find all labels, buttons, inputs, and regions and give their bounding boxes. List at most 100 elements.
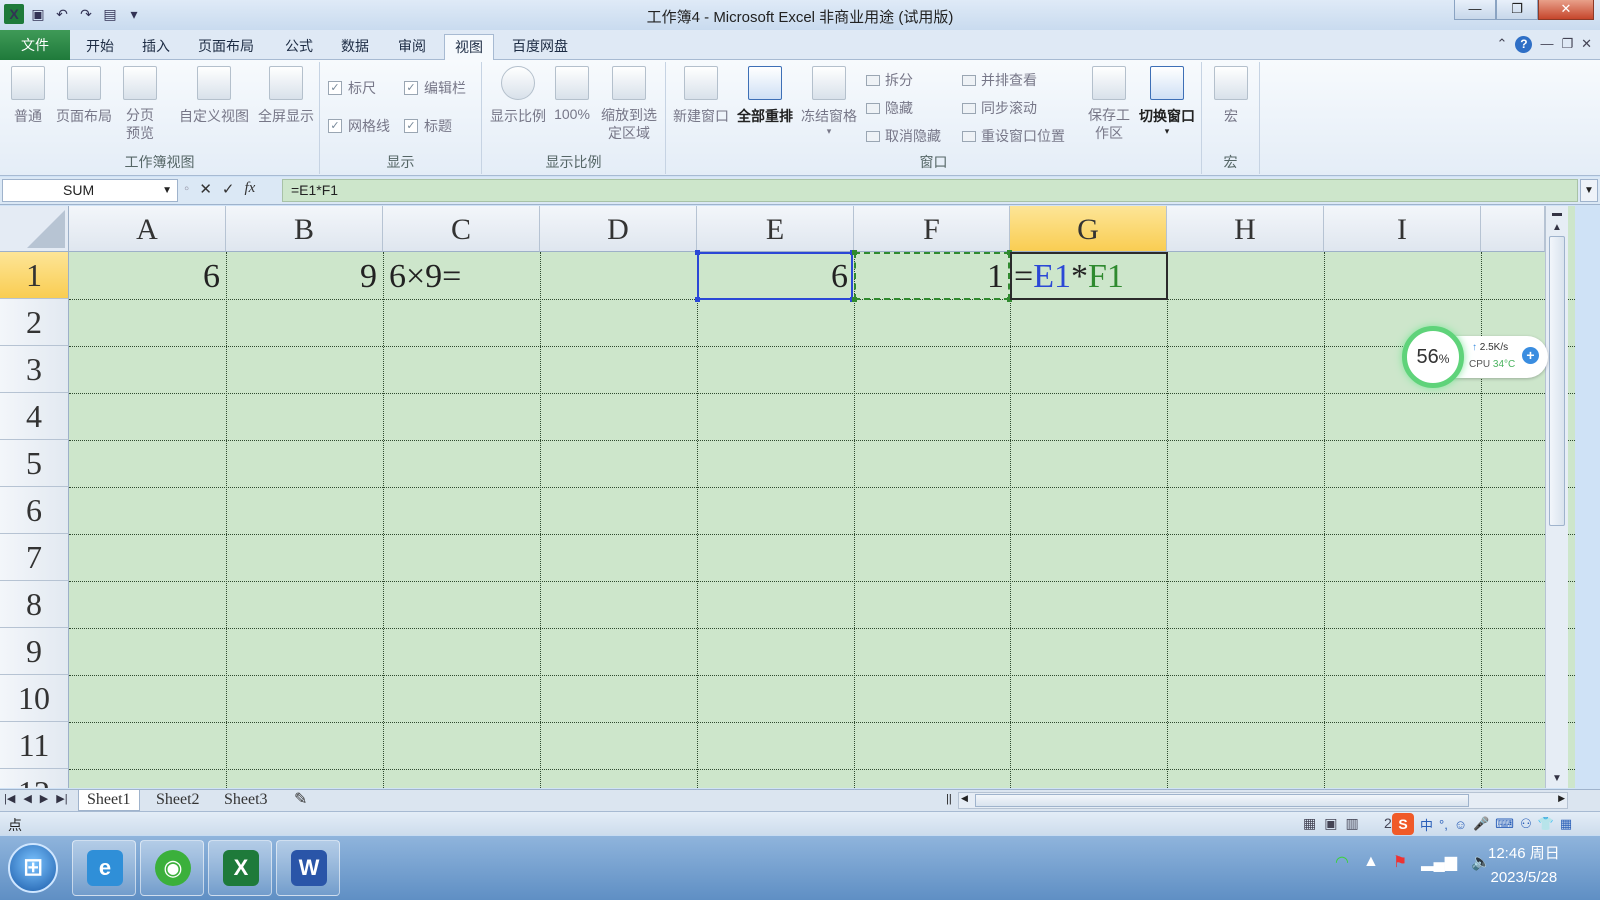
name-box[interactable]: SUM ▼ <box>2 179 178 202</box>
chinese-mode-icon[interactable]: 中 <box>1420 815 1433 834</box>
tab-insert[interactable]: 插入 <box>132 34 180 60</box>
name-box-dropdown-icon[interactable]: ▼ <box>162 180 172 201</box>
switch-windows-button[interactable]: 切换窗口 ▾ <box>1134 66 1200 137</box>
formula-input[interactable]: =E1*F1 <box>282 179 1578 202</box>
row-header-2[interactable]: 2 <box>0 299 69 346</box>
tab-split-handle[interactable]: || <box>946 793 952 805</box>
restore-button[interactable]: ❐ <box>1496 0 1538 20</box>
sogou-ime-icon[interactable]: S <box>1392 813 1414 835</box>
tab-view[interactable]: 视图 <box>444 34 494 60</box>
column-header-f[interactable]: F <box>854 206 1010 252</box>
tab-file[interactable]: 文件 <box>0 30 70 60</box>
new-window-button[interactable]: 新建窗口 <box>670 66 732 126</box>
sheet-tab-3[interactable]: Sheet3 <box>216 790 276 811</box>
start-button[interactable]: ⊞ <box>8 843 58 893</box>
row-header-9[interactable]: 9 <box>0 628 69 675</box>
column-header-h[interactable]: H <box>1167 206 1324 252</box>
vertical-scrollbar[interactable]: ▬ ▲ ▼ <box>1545 206 1568 788</box>
doc-restore-icon[interactable]: ❐ <box>1561 36 1573 53</box>
toolbox-icon[interactable]: ▦ <box>1560 816 1572 832</box>
view-side-by-side-button[interactable]: 并排查看 <box>962 70 1037 90</box>
scroll-up-icon[interactable]: ▲ <box>1546 222 1568 233</box>
scroll-right-icon[interactable]: ▶ <box>1558 793 1565 804</box>
zoom-level[interactable]: 2 <box>1384 815 1392 831</box>
row-header-12[interactable]: 12 <box>0 769 69 788</box>
normal-view-icon[interactable]: ▦ <box>1303 815 1316 832</box>
column-header-i[interactable]: I <box>1324 206 1481 252</box>
ruler-checkbox[interactable]: ✓ 标尺 <box>328 78 376 98</box>
column-header-j[interactable] <box>1481 206 1545 252</box>
page-break-view-icon[interactable]: ▥ <box>1345 815 1358 832</box>
taskbar-wifi-app[interactable]: ◉ <box>140 840 204 896</box>
keyboard-icon[interactable]: ⌨ <box>1495 816 1514 832</box>
column-header-b[interactable]: B <box>226 206 383 252</box>
tab-baidu-netdisk[interactable]: 百度网盘 <box>502 34 578 60</box>
vertical-scroll-thumb[interactable] <box>1549 236 1565 526</box>
cell-a1[interactable]: 6 <box>69 252 226 299</box>
emoji-icon[interactable]: ☺ <box>1454 817 1467 832</box>
split-button[interactable]: 拆分 <box>866 70 913 90</box>
next-sheet-icon[interactable]: ▶ <box>40 792 48 805</box>
column-header-g[interactable]: G <box>1010 206 1167 252</box>
page-layout-view-icon[interactable]: ▣ <box>1324 815 1337 832</box>
row-header-3[interactable]: 3 <box>0 346 69 393</box>
cell-b1[interactable]: 9 <box>226 252 383 299</box>
split-box-icon[interactable]: ▬ <box>1546 208 1568 219</box>
column-header-e[interactable]: E <box>697 206 854 252</box>
cancel-formula-icon[interactable]: ✕ <box>199 180 212 198</box>
punctuation-icon[interactable]: °, <box>1439 817 1448 832</box>
minimize-button[interactable]: — <box>1454 0 1496 20</box>
cell-c1[interactable]: 6×9= <box>383 252 540 299</box>
row-header-6[interactable]: 6 <box>0 487 69 534</box>
column-header-d[interactable]: D <box>540 206 697 252</box>
sheet-tab-2[interactable]: Sheet2 <box>148 790 208 811</box>
custom-views-button[interactable]: 自定义视图 <box>176 66 252 126</box>
row-header-1[interactable]: 1 <box>0 252 69 299</box>
enter-formula-icon[interactable]: ✓ <box>222 180 235 198</box>
freeze-panes-button[interactable]: 冻结窗格 ▾ <box>798 66 860 137</box>
first-sheet-icon[interactable]: |◀ <box>4 792 15 805</box>
horizontal-scrollbar[interactable]: ◀ ▶ <box>958 792 1568 809</box>
row-header-4[interactable]: 4 <box>0 393 69 440</box>
row-header-8[interactable]: 8 <box>0 581 69 628</box>
unhide-button[interactable]: 取消隐藏 <box>866 126 941 146</box>
row-header-11[interactable]: 11 <box>0 722 69 769</box>
arrange-all-button[interactable]: 全部重排 <box>734 66 796 126</box>
system-clock[interactable]: 12:46 周日 2023/5/28 <box>1488 842 1560 890</box>
tab-formulas[interactable]: 公式 <box>275 34 323 60</box>
worksheet-grid[interactable]: A B C D E F G H I 1 2 3 4 5 6 7 8 9 10 1… <box>0 206 1575 788</box>
gridlines-checkbox[interactable]: ✓ 网格线 <box>328 116 390 136</box>
row-header-7[interactable]: 7 <box>0 534 69 581</box>
zoom-button[interactable]: 显示比例 <box>486 66 550 126</box>
system-monitor-widget[interactable]: 56% ↑ 2.5K/s CPU 34°C + <box>1402 326 1550 388</box>
page-layout-view-button[interactable]: 页面布局 <box>54 66 114 126</box>
tab-home[interactable]: 开始 <box>76 34 124 60</box>
select-all-button[interactable] <box>0 206 69 252</box>
scroll-down-icon[interactable]: ▼ <box>1546 773 1568 784</box>
taskbar-word[interactable]: W <box>276 840 340 896</box>
accelerate-plus-icon[interactable]: + <box>1522 347 1539 364</box>
tab-page-layout[interactable]: 页面布局 <box>188 34 264 60</box>
action-center-icon[interactable]: ⚑ <box>1393 852 1407 872</box>
insert-sheet-icon[interactable]: ✎ <box>286 790 315 811</box>
tab-review[interactable]: 审阅 <box>388 34 436 60</box>
doc-close-icon[interactable]: ✕ <box>1581 36 1592 53</box>
full-screen-button[interactable]: 全屏显示 <box>255 66 317 126</box>
last-sheet-icon[interactable]: ▶| <box>56 792 67 805</box>
insert-function-icon[interactable]: fx <box>244 180 255 198</box>
wifi-tray-icon[interactable]: ◠ <box>1335 852 1349 872</box>
column-header-a[interactable]: A <box>69 206 226 252</box>
help-icon[interactable]: ? <box>1515 36 1533 53</box>
sync-scroll-button[interactable]: 同步滚动 <box>962 98 1037 118</box>
normal-view-button[interactable]: 普通 <box>6 66 50 126</box>
minimize-ribbon-icon[interactable]: ⌃ <box>1497 36 1508 53</box>
skin-icon[interactable]: 👕 <box>1538 816 1554 832</box>
zoom-100-button[interactable]: 100% <box>548 66 596 122</box>
zoom-to-selection-button[interactable]: 缩放到选定区域 <box>598 66 660 142</box>
expand-formula-bar-icon[interactable]: ▼ <box>1580 179 1598 202</box>
ime-toolbar[interactable]: S 中 °, ☺ 🎤 ⌨ ⚇ 👕 ▦ <box>1392 812 1572 836</box>
headings-checkbox[interactable]: ✓ 标题 <box>404 116 452 136</box>
row-header-10[interactable]: 10 <box>0 675 69 722</box>
doc-minimize-icon[interactable]: — <box>1540 36 1553 53</box>
show-hidden-icons-icon[interactable]: ▲ <box>1363 853 1379 871</box>
